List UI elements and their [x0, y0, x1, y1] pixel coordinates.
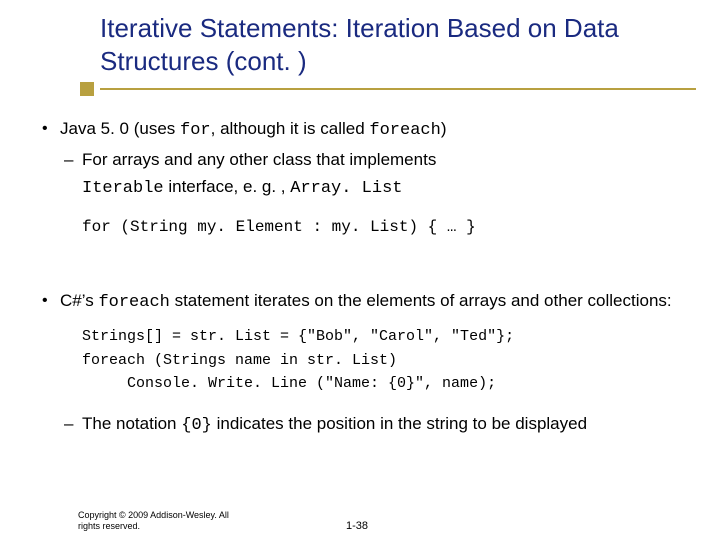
code-inline: {0} — [181, 416, 212, 435]
footer-page-number: 1-38 — [346, 520, 368, 532]
text: ) — [441, 119, 447, 138]
code-inline: foreach — [369, 121, 440, 140]
code-inline: foreach — [98, 293, 169, 312]
code-line: Console. Write. Line ("Name: {0}", name)… — [82, 372, 698, 395]
text: interface, e. g. , — [164, 177, 291, 196]
title-decoration-rule — [100, 88, 696, 90]
code-inline: for — [180, 121, 211, 140]
code-line: Strings[] = str. List = {"Bob", "Carol",… — [82, 325, 698, 348]
text: Java 5. 0 (uses — [60, 119, 180, 138]
text: The notation — [82, 414, 181, 433]
slide-body: Java 5. 0 (uses for, although it is call… — [38, 118, 698, 442]
subbullet-csharp-note: The notation {0} indicates the position … — [38, 413, 698, 438]
title-decoration-dot — [80, 82, 94, 96]
subbullet-java-arrays: For arrays and any other class that impl… — [38, 149, 698, 172]
text: C#’s — [60, 291, 98, 310]
subbullet-java-iterable: Iterable interface, e. g. , Array. List — [38, 176, 698, 201]
code-inline: Iterable — [82, 179, 164, 198]
text: statement iterates on the elements of ar… — [170, 291, 672, 310]
code-inline: Array. List — [290, 179, 402, 198]
slide-title: Iterative Statements: Iteration Based on… — [100, 12, 700, 77]
footer-copyright: Copyright © 2009 Addison-Wesley. All rig… — [78, 510, 238, 532]
java-code-block: for (String my. Element : my. List) { … … — [38, 217, 698, 239]
text: , although it is called — [211, 119, 370, 138]
text: For arrays and any other class that impl… — [82, 150, 436, 169]
bullet-csharp: C#’s foreach statement iterates on the e… — [38, 290, 698, 315]
code-line: foreach (Strings name in str. List) — [82, 349, 698, 372]
csharp-code-block: Strings[] = str. List = {"Bob", "Carol",… — [38, 325, 698, 395]
text: indicates the position in the string to … — [212, 414, 587, 433]
bullet-java: Java 5. 0 (uses for, although it is call… — [38, 118, 698, 143]
